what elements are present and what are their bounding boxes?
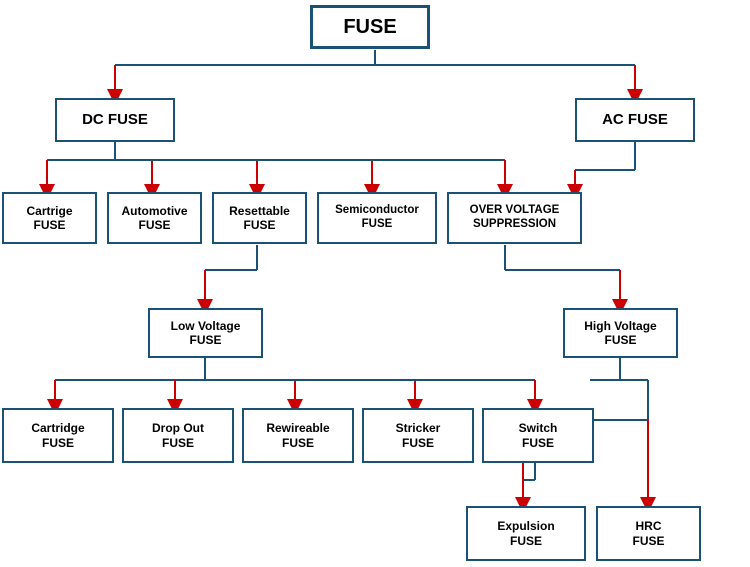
drop-out-fuse-node: Drop OutFUSE: [122, 408, 234, 463]
fuse-diagram: FUSE DC FUSE AC FUSE CartrigeFUSE Automo…: [0, 0, 750, 567]
cartridge-fuse-bottom-node: CartridgeFUSE: [2, 408, 114, 463]
semiconductor-fuse-node: SemiconductorFUSE: [317, 192, 437, 244]
rewireable-fuse-node: RewireableFUSE: [242, 408, 354, 463]
stricker-fuse-node: StrickerFUSE: [362, 408, 474, 463]
dc-fuse-node: DC FUSE: [55, 98, 175, 142]
expulsion-fuse-node: ExpulsionFUSE: [466, 506, 586, 561]
over-voltage-node: OVER VOLTAGESUPPRESSION: [447, 192, 582, 244]
cartrige-fuse-node: CartrigeFUSE: [2, 192, 97, 244]
resettable-fuse-node: ResettableFUSE: [212, 192, 307, 244]
diagram-lines: [0, 0, 750, 567]
ac-fuse-node: AC FUSE: [575, 98, 695, 142]
switch-fuse-node: SwitchFUSE: [482, 408, 594, 463]
fuse-root: FUSE: [310, 5, 430, 49]
hrc-fuse-node: HRCFUSE: [596, 506, 701, 561]
low-voltage-fuse-node: Low VoltageFUSE: [148, 308, 263, 358]
automotive-fuse-node: AutomotiveFUSE: [107, 192, 202, 244]
high-voltage-fuse-node: High VoltageFUSE: [563, 308, 678, 358]
